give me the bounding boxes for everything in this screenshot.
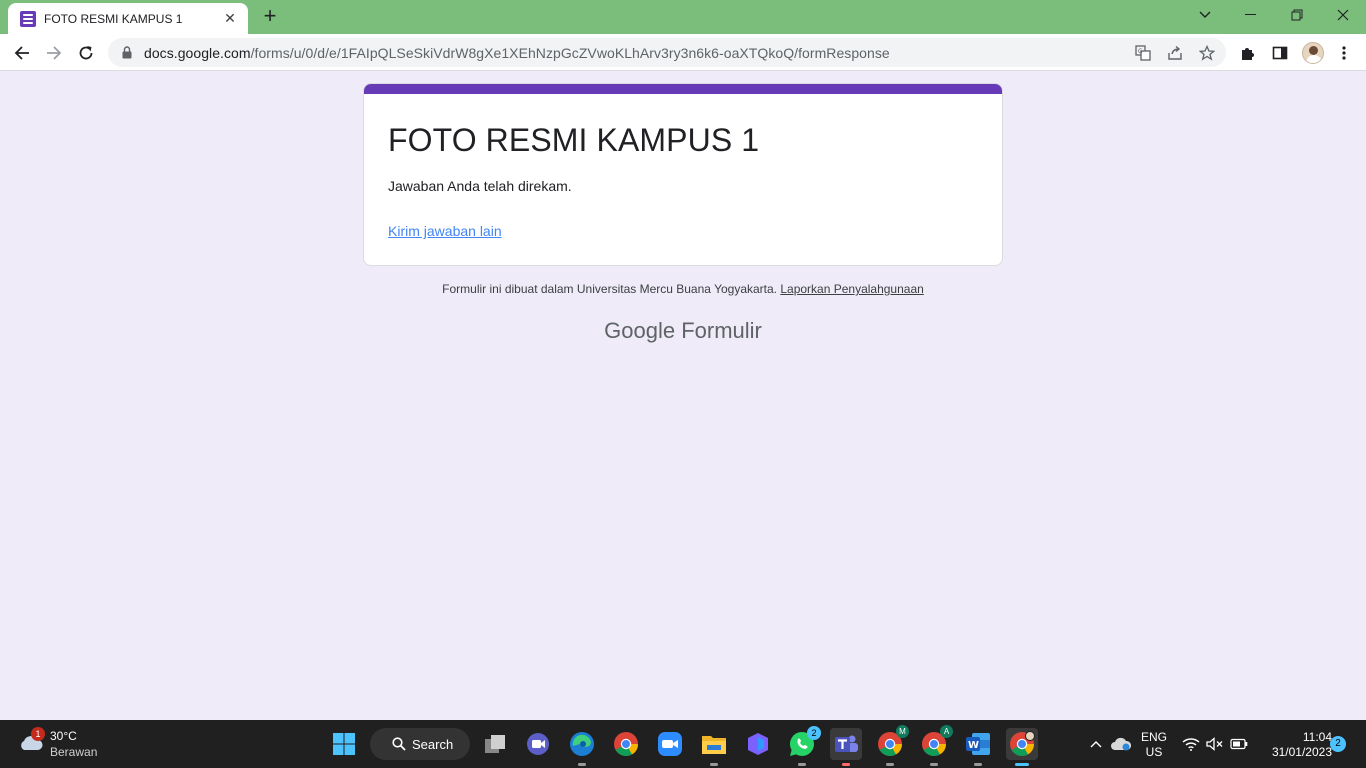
chrome-active-icon[interactable]	[1006, 728, 1038, 766]
word-icon[interactable]: W	[962, 728, 994, 766]
copilot-app-icon[interactable]	[742, 728, 774, 760]
chrome-icon[interactable]	[610, 728, 642, 760]
brand-product: Formulir	[681, 318, 762, 343]
language-code: ENG	[1140, 730, 1167, 744]
form-response-card: FOTO RESMI KAMPUS 1 Jawaban Anda telah d…	[363, 83, 1003, 266]
url-text: docs.google.com/forms/u/0/d/e/1FAIpQLSeS…	[144, 45, 890, 61]
start-button[interactable]	[328, 728, 360, 760]
footer-created-in: Formulir ini dibuat dalam Universitas Me…	[442, 282, 777, 296]
translate-icon[interactable]: G	[1134, 44, 1152, 62]
url-path: /forms/u/0/d/e/1FAIpQLSeSkiVdrW8gXe1XEhN…	[250, 44, 890, 61]
wifi-icon[interactable]	[1180, 720, 1202, 768]
minimize-button[interactable]	[1228, 0, 1274, 30]
whatsapp-icon[interactable]: 2	[786, 726, 821, 766]
share-icon[interactable]	[1166, 44, 1184, 62]
side-panel-icon[interactable]	[1266, 39, 1294, 67]
lock-icon[interactable]	[120, 45, 134, 61]
new-tab-button[interactable]: +	[258, 5, 282, 29]
search-icon	[392, 737, 406, 751]
teams-icon[interactable]	[830, 728, 862, 766]
chrome-a-running-indicator	[930, 763, 938, 766]
url-host: docs.google.com	[144, 44, 251, 61]
confirmation-message: Jawaban Anda telah direkam.	[388, 178, 572, 194]
extensions-icon[interactable]	[1234, 39, 1262, 67]
clock-time: 11:04	[1302, 730, 1332, 744]
show-hidden-icons-chevron-icon[interactable]	[1086, 720, 1106, 768]
svg-text:G: G	[1138, 48, 1143, 55]
search-label: Search	[412, 736, 454, 752]
teams-running-indicator	[842, 763, 850, 766]
weather-alert-badge: 1	[31, 727, 45, 741]
submit-another-response-link[interactable]: Kirim jawaban lain	[388, 223, 502, 239]
tab-title: FOTO RESMI KAMPUS 1	[44, 11, 183, 26]
address-bar[interactable]: docs.google.com/forms/u/0/d/e/1FAIpQLSeS…	[108, 38, 1226, 67]
explorer-running-indicator	[710, 763, 718, 766]
menu-icon[interactable]	[1330, 39, 1358, 67]
restore-button[interactable]	[1274, 0, 1320, 30]
task-view-icon[interactable]	[479, 728, 511, 760]
taskbar-search[interactable]: Search	[370, 728, 470, 760]
bookmark-star-icon[interactable]	[1198, 44, 1216, 62]
zoom-icon[interactable]	[654, 728, 686, 760]
battery-icon[interactable]	[1228, 720, 1250, 768]
weather-temperature: 30°C	[50, 729, 77, 743]
svg-text:W: W	[968, 740, 979, 751]
chrome-profile-m-icon[interactable]: M	[874, 725, 909, 766]
form-accent-bar	[364, 84, 1002, 94]
chat-icon[interactable]	[522, 728, 554, 760]
form-footer: Formulir ini dibuat dalam Universitas Me…	[0, 282, 1366, 296]
file-explorer-icon[interactable]	[698, 728, 730, 766]
edge-running-indicator	[578, 763, 586, 766]
close-window-button[interactable]	[1320, 0, 1366, 30]
tab-search-chevron-icon[interactable]	[1182, 0, 1228, 30]
forward-icon[interactable]	[40, 39, 68, 67]
chrome-active-indicator	[1015, 763, 1029, 766]
browser-tab[interactable]: FOTO RESMI KAMPUS 1 ✕	[8, 3, 248, 34]
system-clock[interactable]: 11:04 31/01/2023	[1256, 730, 1332, 760]
weather-widget[interactable]: 1 30°C Berawan	[14, 727, 124, 763]
keyboard-layout: US	[1145, 745, 1163, 759]
chrome-profile-a-icon[interactable]: A	[918, 725, 953, 766]
weather-description: Berawan	[50, 745, 98, 759]
word-running-indicator	[974, 763, 982, 766]
google-forms-logo[interactable]: Google Formulir	[0, 318, 1366, 344]
notification-center-badge[interactable]: 2	[1330, 736, 1346, 752]
brand-google: Google	[604, 318, 676, 343]
input-language-indicator[interactable]: ENG US	[1138, 730, 1170, 760]
reload-icon[interactable]	[72, 39, 100, 67]
edge-browser-icon[interactable]	[566, 728, 598, 766]
browser-tab-strip: FOTO RESMI KAMPUS 1 ✕ +	[0, 0, 1366, 34]
clock-date: 31/01/2023	[1271, 745, 1332, 759]
profile-avatar[interactable]	[1302, 42, 1324, 64]
whatsapp-running-indicator	[798, 763, 806, 766]
whatsapp-unread-badge: 2	[807, 726, 821, 740]
speaker-muted-icon[interactable]	[1204, 720, 1226, 768]
onedrive-cloud-icon[interactable]	[1110, 720, 1132, 768]
windows-taskbar: 1 30°C Berawan Search 2 M A W ENG US 11:…	[0, 720, 1366, 768]
chrome-profile-m-badge: M	[896, 725, 909, 738]
back-icon[interactable]	[8, 39, 36, 67]
report-abuse-link[interactable]: Laporkan Penyalahgunaan	[780, 282, 923, 296]
chrome-profile-a-badge: A	[940, 725, 953, 738]
form-title: FOTO RESMI KAMPUS 1	[388, 122, 760, 158]
google-forms-favicon-icon	[20, 10, 36, 27]
tab-close-icon[interactable]: ✕	[222, 10, 238, 27]
chrome-m-running-indicator	[886, 763, 894, 766]
browser-toolbar: docs.google.com/forms/u/0/d/e/1FAIpQLSeS…	[0, 34, 1366, 71]
